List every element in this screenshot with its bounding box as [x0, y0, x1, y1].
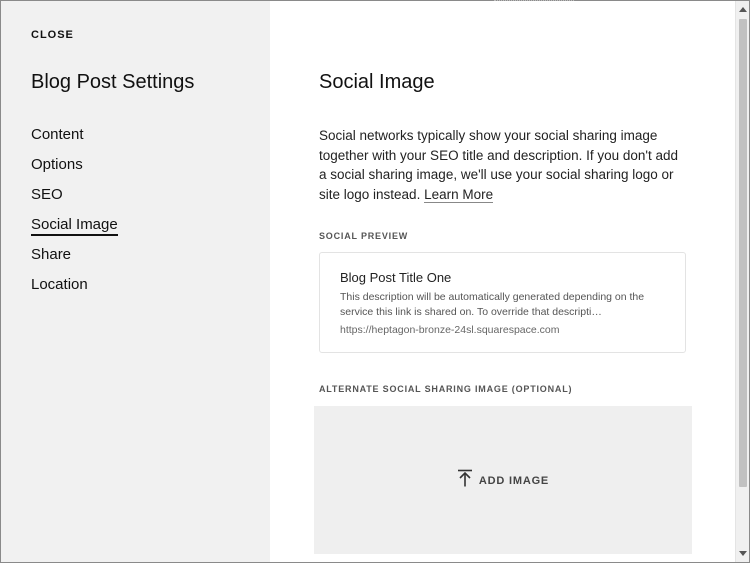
nav-item-label: Share: [31, 246, 72, 263]
nav-item-label: SEO: [31, 186, 63, 203]
social-preview-label: SOCIAL PREVIEW: [319, 231, 409, 241]
scroll-down-icon[interactable]: [739, 551, 747, 556]
settings-nav: Content Options SEO Social Image Share L…: [31, 127, 118, 307]
page-title: Social Image: [319, 71, 435, 93]
description-text: Social networks typically show your soci…: [319, 128, 679, 202]
nav-item-content[interactable]: Content: [31, 127, 118, 157]
preview-description: This description will be automatically g…: [340, 291, 645, 318]
settings-main-panel: Social Image Social networks typically s…: [270, 0, 735, 562]
preview-title: Blog Post Title One: [340, 270, 452, 285]
sidebar-title: Blog Post Settings: [31, 71, 195, 93]
social-image-description: Social networks typically show your soci…: [319, 126, 689, 204]
nav-item-location[interactable]: Location: [31, 277, 118, 307]
nav-item-label: Content: [31, 126, 84, 143]
nav-item-options[interactable]: Options: [31, 157, 118, 187]
clipped-content: [494, 0, 574, 1]
nav-item-label: Options: [31, 156, 83, 173]
scroll-up-icon[interactable]: [739, 7, 747, 12]
scroll-thumb[interactable]: [739, 19, 747, 487]
add-image-button[interactable]: ADD IMAGE: [314, 469, 692, 490]
social-preview-card: Blog Post Title One This description wil…: [319, 252, 686, 353]
nav-item-seo[interactable]: SEO: [31, 187, 118, 217]
settings-sidebar: CLOSE Blog Post Settings Content Options…: [1, 1, 270, 562]
vertical-scrollbar[interactable]: [735, 1, 749, 562]
add-image-label: ADD IMAGE: [478, 474, 550, 487]
upload-icon: [457, 469, 473, 490]
image-dropzone[interactable]: ADD IMAGE: [314, 406, 692, 554]
nav-item-social-image[interactable]: Social Image: [31, 216, 118, 247]
close-button[interactable]: CLOSE: [31, 29, 74, 41]
preview-url: https://heptagon-bronze-24sl.squarespace…: [340, 324, 560, 336]
learn-more-link[interactable]: Learn More: [424, 186, 494, 203]
alt-image-label: ALTERNATE SOCIAL SHARING IMAGE (OPTIONAL…: [319, 384, 573, 394]
nav-item-label: Location: [31, 276, 88, 293]
nav-item-share[interactable]: Share: [31, 247, 118, 277]
nav-item-label: Social Image: [31, 216, 118, 236]
